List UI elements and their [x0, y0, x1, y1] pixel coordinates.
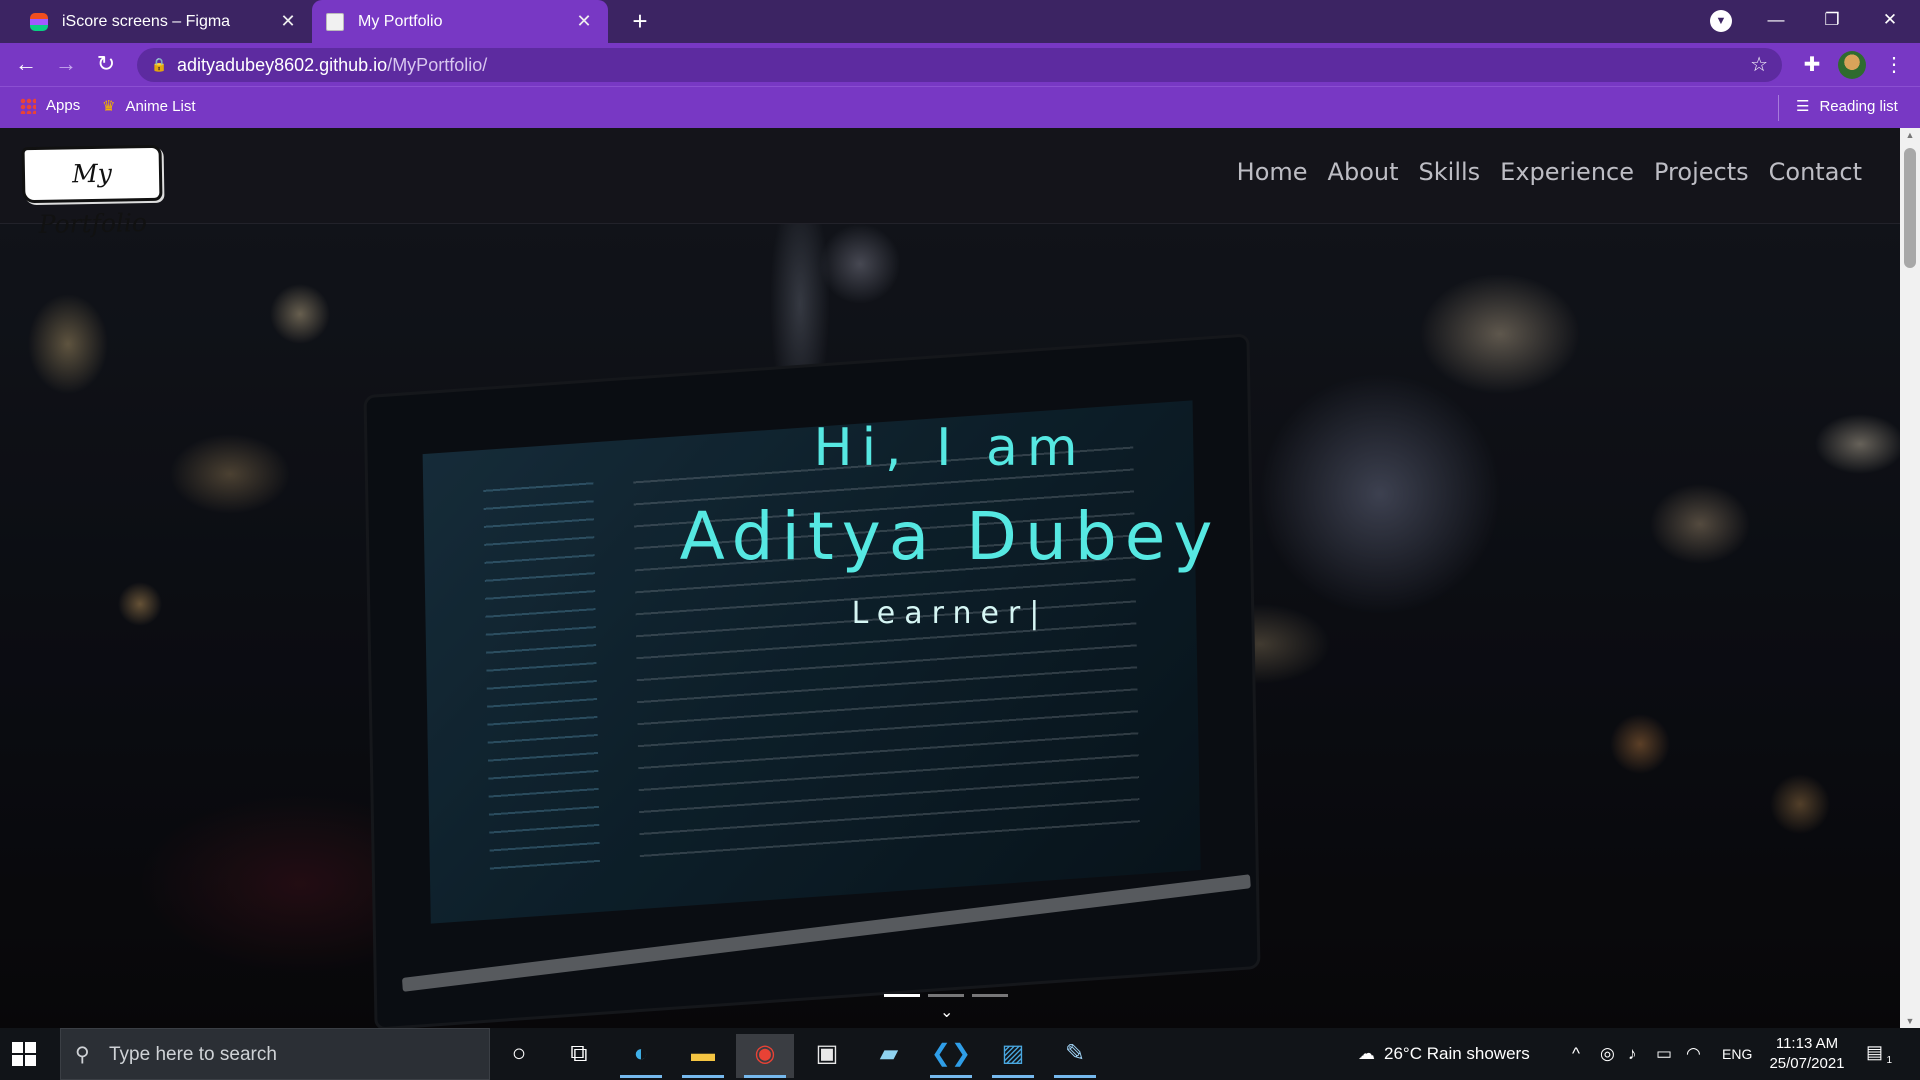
notification-count: 1	[1886, 1055, 1892, 1066]
windows-start-icon[interactable]	[12, 1042, 36, 1066]
page-viewport: My Portfolio Home About Skills Experienc…	[0, 128, 1900, 1028]
taskbar-search-box[interactable]: ⚲ Type here to search	[60, 1028, 490, 1080]
tab-title: My Portfolio	[358, 12, 443, 30]
scrollbar-thumb[interactable]	[1904, 148, 1916, 268]
extensions-icon[interactable]: ✚	[1798, 51, 1826, 79]
store-icon[interactable]: ▣	[798, 1034, 856, 1078]
reading-list-button[interactable]: ☰ Reading list	[1796, 97, 1898, 116]
clock-time: 11:13 AM	[1775, 1035, 1839, 1052]
file-explorer-icon[interactable]: ▬	[674, 1034, 732, 1078]
task-view-icon[interactable]: ⧉	[550, 1034, 608, 1078]
hero-name: Aditya Dubey	[679, 498, 1221, 575]
divider	[1778, 95, 1779, 121]
reading-list-icon: ☰	[1796, 98, 1810, 115]
bookmark-apps[interactable]: Apps	[20, 97, 80, 114]
nav-home[interactable]: Home	[1227, 158, 1318, 186]
crown-icon: ♛	[102, 98, 116, 115]
bookmark-label: Anime List	[125, 97, 196, 115]
tab-strip: iScore screens – Figma ✕ My Portfolio ✕ …	[0, 0, 1920, 43]
bookmark-anime-list[interactable]: ♛ Anime List	[102, 97, 196, 116]
tab-figma[interactable]: iScore screens – Figma ✕	[16, 0, 312, 43]
input-language[interactable]: ENG	[1722, 1028, 1752, 1080]
address-host: adityadubey8602.github.io	[177, 55, 388, 75]
nav-experience[interactable]: Experience	[1490, 158, 1644, 186]
show-hidden-icons-chevron-icon[interactable]: ^	[1572, 1028, 1580, 1080]
new-tab-button[interactable]: +	[624, 6, 656, 38]
bookmarks-bar: Apps ♛ Anime List ☰ Reading list	[0, 86, 1920, 128]
scroll-down-chevron-icon[interactable]: ⌄	[940, 1002, 953, 1022]
tab-search-icon[interactable]: ▼	[1710, 10, 1732, 32]
carousel-indicator[interactable]	[928, 994, 964, 997]
page-icon	[326, 12, 344, 31]
lock-icon[interactable]: 🔒	[151, 48, 167, 82]
nav-contact[interactable]: Contact	[1759, 158, 1872, 186]
reading-list-label: Reading list	[1819, 97, 1898, 115]
edge-icon[interactable]: ◐	[612, 1034, 670, 1078]
nav-about[interactable]: About	[1318, 158, 1409, 186]
nav-projects[interactable]: Projects	[1644, 158, 1759, 186]
minimize-button[interactable]: —	[1748, 0, 1804, 43]
tab-my-portfolio[interactable]: My Portfolio ✕	[312, 0, 608, 43]
browser-toolbar: ← → ↻ 🔒 adityadubey8602.github.io/MyPort…	[0, 43, 1920, 86]
taskbar-search-placeholder: Type here to search	[109, 1044, 277, 1065]
forward-button[interactable]: →	[50, 49, 82, 81]
notifications-icon[interactable]: ▤ 1	[1866, 1042, 1892, 1066]
search-icon: ⚲	[75, 1044, 90, 1066]
site-navbar: My Portfolio Home About Skills Experienc…	[0, 128, 1900, 239]
reload-button[interactable]: ↻	[90, 49, 122, 81]
bookmark-star-icon[interactable]: ☆	[1750, 48, 1768, 82]
windows-taskbar: ⚲ Type here to search ○ ⧉ ◐ ▬ ◉ ▣ ▰ ❮❯ ▨…	[0, 1028, 1920, 1080]
photos-icon[interactable]: ▨	[984, 1034, 1042, 1078]
notes-app-icon[interactable]: ▰	[860, 1034, 918, 1078]
carousel-indicator[interactable]	[884, 994, 920, 997]
main-menu: Home About Skills Experience Projects Co…	[1227, 158, 1872, 186]
close-tab-icon[interactable]: ✕	[574, 11, 594, 32]
back-button[interactable]: ←	[10, 49, 42, 81]
cortana-icon[interactable]: ○	[490, 1034, 548, 1078]
clock-date: 25/07/2021	[1769, 1055, 1845, 1072]
volume-icon[interactable]: ♪	[1628, 1028, 1637, 1080]
close-tab-icon[interactable]: ✕	[278, 11, 298, 32]
scroll-down-arrow-icon[interactable]: ▼	[1900, 1016, 1920, 1026]
carousel-indicators	[884, 994, 1008, 997]
profile-avatar[interactable]	[1838, 51, 1866, 79]
vscode-icon[interactable]: ❮❯	[922, 1034, 980, 1078]
meet-now-icon[interactable]: ◎	[1600, 1028, 1615, 1080]
hero-greeting: Hi, I am	[813, 418, 1087, 478]
hero-typed-role: Learner|	[851, 596, 1049, 631]
address-bar[interactable]: 🔒 adityadubey8602.github.io/MyPortfolio/…	[137, 48, 1782, 82]
page-scrollbar[interactable]: ▲ ▼	[1900, 128, 1920, 1028]
battery-icon[interactable]: ▭	[1656, 1028, 1672, 1080]
wifi-icon[interactable]: ◠	[1686, 1028, 1701, 1080]
site-logo[interactable]: My Portfolio	[21, 144, 163, 239]
close-window-button[interactable]: ✕	[1862, 0, 1918, 43]
paint-icon[interactable]: ✎	[1046, 1034, 1104, 1078]
figma-icon	[30, 12, 48, 31]
nav-skills[interactable]: Skills	[1409, 158, 1491, 186]
address-path: /MyPortfolio/	[387, 55, 488, 75]
scroll-up-arrow-icon[interactable]: ▲	[1900, 130, 1920, 140]
restore-button[interactable]: ❐	[1804, 0, 1860, 43]
carousel-indicator[interactable]	[972, 994, 1008, 997]
weather-widget[interactable]: 26°C Rain showers	[1384, 1028, 1530, 1080]
system-clock[interactable]: 11:13 AM 25/07/2021	[1762, 1034, 1852, 1074]
chrome-icon[interactable]: ◉	[736, 1034, 794, 1078]
tab-title: iScore screens – Figma	[62, 12, 231, 30]
menu-kebab-icon[interactable]: ⋮	[1880, 51, 1908, 79]
weather-icon[interactable]: ☁	[1358, 1028, 1375, 1080]
bookmark-label: Apps	[46, 97, 81, 114]
apps-grid-icon	[20, 97, 36, 114]
